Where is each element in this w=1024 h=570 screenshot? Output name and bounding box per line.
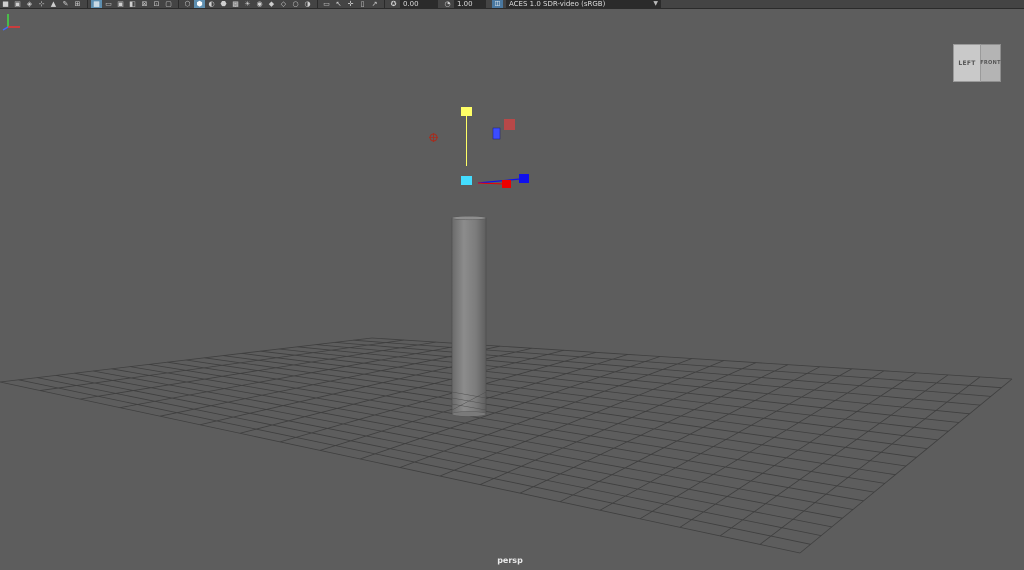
xy-plane-handle[interactable] [504,119,515,130]
pivot-crosshair [429,133,438,142]
grease-pencil-icon[interactable]: ✎ [60,0,71,8]
two-d-pan-zoom-icon[interactable]: ⊞ [72,0,83,8]
camera-name-label: persp [497,556,523,565]
gamma-field[interactable] [454,0,486,8]
safe-title-icon[interactable]: ▢ [163,0,174,8]
camera-attributes-icon[interactable]: ■ [0,0,11,8]
x-axis-handle[interactable] [477,182,505,185]
xray-joints-icon[interactable]: ✛ [345,0,356,8]
x-axis-cube[interactable] [502,180,511,188]
center-handle[interactable] [461,176,472,185]
anti-aliasing-icon[interactable]: ○ [290,0,301,8]
toolbar-separator [317,0,318,8]
shadows-icon[interactable]: ◉ [254,0,265,8]
viewcube-left-label: LEFT [958,59,976,67]
ground-grid [0,337,1013,554]
exposure-icon[interactable]: ✪ [388,0,399,8]
default-material-icon[interactable]: ◐ [206,0,217,8]
grid-line [37,377,822,536]
color-space-label: ACES 1.0 SDR-video (sRGB) [509,0,606,8]
backface-culling-icon[interactable]: ↗ [369,0,380,8]
viewport-panel-toolbar: ■▣◈⊹▲✎⊞▦▭▣◧⊠⊡▢⬡⬢◐⬣▩☀◉◆◇○◑▭↖✛▯↗ ✪ ◔ ◫ ACE… [0,0,1024,9]
toolbar-separator [87,0,88,8]
toolbar-icon-group: ■ ▣ ◈ ⊹ ▲ ✎ ⊞ ▦ ▭ ▣ ◧ ⊠ ⊡ ▢ ⬡ ⬢ ◐ ⬣ ▩ ☀ ◉ ◆ ◇ ○ ◑ ▭ ↖ ✛ ▯ ↗ [0,0,381,8]
lock-camera-icon[interactable]: ◈ [24,0,35,8]
color-management-icon[interactable]: ◫ [492,0,503,8]
grid-line [18,379,811,545]
smooth-shade-icon[interactable]: ⬢ [194,0,205,8]
cylinder-top-cap [451,215,487,221]
bookmark-icon[interactable]: ⊹ [36,0,47,8]
viewcube-front-label: FRONT [980,60,1001,66]
cylinder-mesh[interactable] [451,215,487,417]
viewcube-front-face[interactable]: FRONT [980,44,1001,82]
resolution-gate-icon[interactable]: ▣ [115,0,126,8]
textured-icon[interactable]: ▩ [230,0,241,8]
cylinder-body [451,217,487,415]
move-manipulator[interactable] [429,107,529,188]
screen-space-ao-icon[interactable]: ◆ [266,0,277,8]
z-axis-handle[interactable] [477,178,521,184]
wireframe-icon[interactable]: ⬡ [182,0,193,8]
z-axis-cube[interactable] [519,174,529,183]
xray-components-icon[interactable]: ▯ [357,0,368,8]
xray-icon[interactable]: ↖ [333,0,344,8]
yz-plane-handle[interactable] [492,127,501,140]
gate-mask-icon[interactable]: ◧ [127,0,138,8]
image-plane-icon[interactable]: ▲ [48,0,59,8]
axis-orientation-icon [2,14,20,31]
depth-of-field-icon[interactable]: ◑ [302,0,313,8]
toolbar-separator [384,0,385,8]
motion-blur-icon[interactable]: ◇ [278,0,289,8]
exposure-field[interactable] [400,0,438,8]
perspective-viewport[interactable]: LEFT FRONT [0,9,1024,570]
film-gate-icon[interactable]: ▭ [103,0,114,8]
grid-line [719,374,949,537]
viewcube[interactable]: LEFT FRONT [953,44,1001,82]
field-chart-icon[interactable]: ⊠ [139,0,150,8]
chevron-down-icon: ▼ [653,0,658,7]
cylinder-bottom-cap [451,411,487,417]
grid-icon[interactable]: ▦ [91,0,102,8]
safe-action-icon[interactable]: ⊡ [151,0,162,8]
isolate-select-icon[interactable]: ▭ [321,0,332,8]
scene-canvas[interactable] [0,9,1024,570]
grid-line [799,378,1013,554]
use-lights-icon[interactable]: ☀ [242,0,253,8]
shaded-wireframe-icon[interactable]: ⬣ [218,0,229,8]
color-space-dropdown[interactable]: ACES 1.0 SDR-video (sRGB) ▼ [506,0,661,8]
toolbar-separator [178,0,179,8]
viewcube-left-face[interactable]: LEFT [953,44,981,82]
select-camera-icon[interactable]: ▣ [12,0,23,8]
y-axis-cube[interactable] [461,107,472,116]
gamma-icon[interactable]: ◔ [442,0,453,8]
